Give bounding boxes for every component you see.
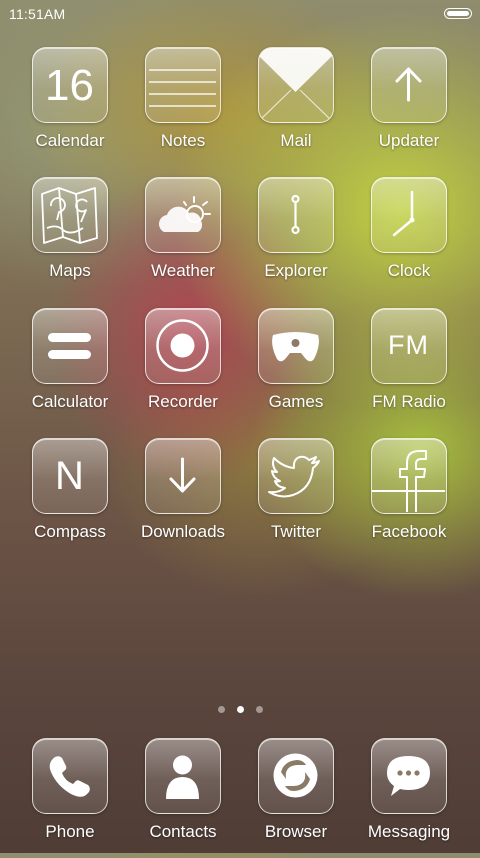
app-games[interactable]: Games: [241, 308, 351, 428]
app-calculator[interactable]: Calculator: [15, 308, 125, 428]
app-fm-radio[interactable]: FM FM Radio: [354, 308, 464, 428]
page-dot-active[interactable]: [236, 706, 244, 713]
svg-text:FM: FM: [388, 330, 429, 360]
recorder-icon: [145, 308, 221, 384]
app-label: Browser: [264, 822, 328, 841]
app-compass[interactable]: N Compass: [15, 438, 125, 558]
map-icon: [32, 177, 108, 253]
app-label: Phone: [45, 822, 95, 841]
app-label: Clock: [387, 261, 431, 280]
app-label: Contacts: [149, 822, 217, 841]
page-dot[interactable]: [217, 706, 225, 713]
dock-contacts[interactable]: Contacts: [128, 738, 238, 858]
phone-icon: [32, 738, 108, 814]
app-label: Weather: [151, 261, 215, 280]
svg-text:16: 16: [45, 61, 94, 110]
twitter-icon: [258, 438, 334, 514]
app-recorder[interactable]: Recorder: [128, 308, 238, 428]
app-label: Calculator: [31, 392, 109, 411]
status-bar: 11:51AM: [0, 0, 480, 28]
app-maps[interactable]: Maps: [15, 177, 125, 297]
radio-icon: FM: [371, 308, 447, 384]
calculator-icon: [32, 308, 108, 384]
status-time: 11:51AM: [9, 6, 66, 22]
app-updater[interactable]: Updater: [354, 47, 464, 167]
app-label: FM Radio: [372, 392, 446, 411]
app-label: Notes: [160, 131, 206, 150]
app-label: Recorder: [148, 392, 218, 411]
app-label: Explorer: [264, 261, 328, 280]
page-dot[interactable]: [255, 706, 263, 713]
explorer-icon: [258, 177, 334, 253]
facebook-icon: [371, 438, 447, 514]
app-label: Maps: [49, 261, 91, 280]
dock-messaging[interactable]: Messaging: [354, 738, 464, 858]
app-label: Games: [268, 392, 324, 411]
messaging-icon: [371, 738, 447, 814]
arrow-up-icon: [371, 47, 447, 123]
download-icon: [145, 438, 221, 514]
battery-icon: [444, 8, 472, 19]
app-twitter[interactable]: Twitter: [241, 438, 351, 558]
app-label: Downloads: [140, 522, 226, 541]
app-label: Mail: [280, 131, 312, 150]
app-mail[interactable]: Mail: [241, 47, 351, 167]
app-label: Updater: [378, 131, 440, 150]
mail-icon: [258, 47, 334, 123]
app-label: Messaging: [367, 822, 451, 841]
page-indicator: [0, 700, 480, 713]
app-label: Compass: [34, 522, 106, 541]
app-facebook[interactable]: Facebook: [354, 438, 464, 558]
app-label: Facebook: [371, 522, 447, 541]
app-explorer[interactable]: Explorer: [241, 177, 351, 297]
dock-phone[interactable]: Phone: [15, 738, 125, 858]
weather-icon: [145, 177, 221, 253]
contacts-icon: [145, 738, 221, 814]
app-weather[interactable]: Weather: [128, 177, 238, 297]
app-calendar[interactable]: 16 Calendar: [15, 47, 125, 167]
clock-icon: [371, 177, 447, 253]
app-label: Twitter: [270, 522, 322, 541]
dock-browser[interactable]: Browser: [241, 738, 351, 858]
app-downloads[interactable]: Downloads: [128, 438, 238, 558]
app-label: Calendar: [35, 131, 105, 150]
notes-icon: [145, 47, 221, 123]
compass-icon: N: [32, 438, 108, 514]
browser-icon: [258, 738, 334, 814]
app-clock[interactable]: Clock: [354, 177, 464, 297]
app-notes[interactable]: Notes: [128, 47, 238, 167]
gamepad-icon: [258, 308, 334, 384]
calendar-icon: 16: [32, 47, 108, 123]
svg-text:N: N: [55, 454, 84, 498]
